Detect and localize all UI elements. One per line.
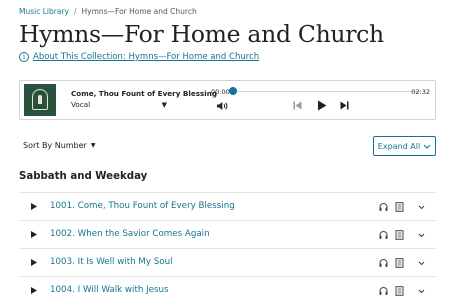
chevron-down-icon[interactable]: [417, 258, 426, 268]
hymn-row[interactable]: 1003. It Is Well with My Soul: [19, 249, 436, 277]
player-song-title: Come, Thou Fount of Every Blessing: [71, 89, 217, 98]
expand-all-button[interactable]: Expand All: [373, 136, 436, 156]
audio-player: Come, Thou Fount of Every Blessing Vocal…: [19, 80, 436, 120]
play-icon[interactable]: [31, 231, 37, 238]
expand-all-label: Expand All: [377, 141, 421, 151]
skip-next-icon[interactable]: [340, 101, 349, 110]
breadcrumb: Music Library / Hymns—For Home and Church: [19, 7, 197, 16]
hymn-title-link[interactable]: 1003. It Is Well with My Soul: [50, 257, 173, 267]
about-collection: i About This Collection: Hymns—For Home …: [19, 52, 259, 62]
play-icon[interactable]: [31, 259, 37, 266]
sort-label: Sort By Number: [23, 141, 87, 150]
hymn-title-link[interactable]: 1001. Come, Thou Fount of Every Blessing: [50, 201, 235, 211]
sheet-music-icon[interactable]: [395, 258, 404, 268]
play-icon[interactable]: [317, 100, 327, 111]
headphones-icon[interactable]: [379, 230, 388, 240]
section-heading: Sabbath and Weekday: [19, 171, 148, 182]
chevron-down-icon[interactable]: [417, 202, 426, 212]
breadcrumb-music-library-link[interactable]: Music Library: [19, 7, 69, 16]
caret-down-icon: ▼: [161, 100, 167, 109]
sheet-music-icon[interactable]: [395, 286, 404, 296]
sort-dropdown[interactable]: Sort By Number ▼: [23, 141, 95, 150]
play-icon[interactable]: [31, 287, 37, 294]
headphones-icon[interactable]: [379, 258, 388, 268]
sheet-music-icon[interactable]: [395, 202, 404, 212]
current-time: 00:00: [211, 88, 230, 96]
hymn-row[interactable]: 1001. Come, Thou Fount of Every Blessing: [19, 193, 436, 221]
hymn-row[interactable]: 1002. When the Savior Comes Again: [19, 221, 436, 249]
version-select-value: Vocal: [71, 100, 91, 109]
jesus-christ-emblem-icon: [32, 89, 48, 110]
total-time: 02:32: [411, 88, 430, 96]
chevron-down-icon: [423, 144, 431, 149]
hymn-row[interactable]: 1004. I Will Walk with Jesus: [19, 277, 436, 298]
progress-knob[interactable]: [229, 87, 237, 95]
breadcrumb-current: Hymns—For Home and Church: [81, 7, 197, 16]
sheet-music-icon[interactable]: [395, 230, 404, 240]
breadcrumb-separator: /: [73, 7, 77, 16]
chevron-down-icon[interactable]: [417, 286, 426, 296]
album-artwork: [24, 84, 56, 116]
headphones-icon[interactable]: [379, 202, 388, 212]
info-icon: i: [19, 52, 29, 62]
about-collection-link[interactable]: About This Collection: Hymns—For Home an…: [33, 52, 259, 62]
volume-icon[interactable]: [216, 101, 228, 111]
caret-down-icon: ▼: [90, 142, 96, 149]
headphones-icon[interactable]: [379, 286, 388, 296]
play-icon[interactable]: [31, 203, 37, 210]
hymn-list: 1001. Come, Thou Fount of Every Blessing…: [19, 192, 436, 298]
chevron-down-icon[interactable]: [417, 230, 426, 240]
version-select[interactable]: Vocal ▼: [71, 100, 167, 109]
skip-previous-icon[interactable]: [293, 101, 302, 110]
hymn-title-link[interactable]: 1002. When the Savior Comes Again: [50, 229, 210, 239]
progress-track[interactable]: [235, 91, 420, 92]
page-title: Hymns—For Home and Church: [19, 20, 384, 48]
hymn-title-link[interactable]: 1004. I Will Walk with Jesus: [50, 285, 169, 295]
